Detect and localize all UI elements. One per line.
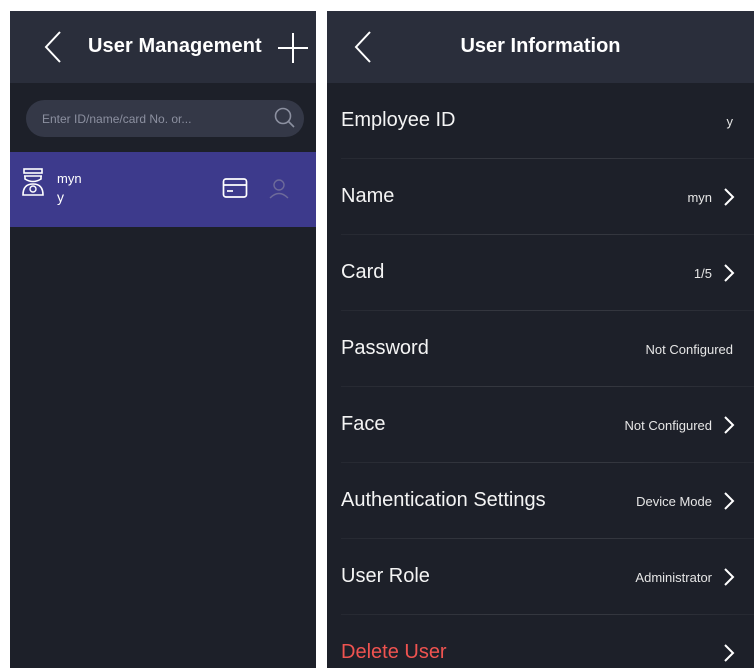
row-value: Not Configured <box>645 342 733 357</box>
row-value: myn <box>687 190 712 205</box>
row-label: Authentication Settings <box>341 489 546 511</box>
chevron-right-icon <box>724 644 735 662</box>
name-row[interactable]: Name myn <box>327 159 754 235</box>
card-row[interactable]: Card 1/5 <box>327 235 754 311</box>
chevron-right-icon <box>724 264 735 282</box>
user-list-item[interactable]: myn y <box>10 152 316 227</box>
row-label: Card <box>341 261 385 283</box>
user-management-panel: User Management myn y <box>10 11 316 668</box>
user-role-row[interactable]: User Role Administrator <box>327 539 754 615</box>
card-icon <box>222 178 248 198</box>
row-value: Not Configured <box>624 418 712 433</box>
chevron-right-icon <box>724 416 735 434</box>
user-information-panel: User Information Employee ID y Name myn … <box>327 11 754 668</box>
search-box[interactable] <box>26 100 304 137</box>
row-label: Name <box>341 185 395 207</box>
row-value: 1/5 <box>693 266 712 281</box>
page-title: User Information <box>460 35 621 57</box>
user-name: myn <box>57 171 82 186</box>
chevron-right-icon <box>724 188 735 206</box>
search-input[interactable] <box>40 108 254 130</box>
row-label: User Role <box>341 565 430 587</box>
face-icon <box>269 179 289 199</box>
employee-id-row: Employee ID y <box>327 83 754 159</box>
page-title: User Management <box>88 35 262 57</box>
chevron-right-icon <box>724 568 735 586</box>
add-user-button[interactable] <box>276 31 310 65</box>
plus-icon <box>278 33 308 63</box>
face-row[interactable]: Face Not Configured <box>327 387 754 463</box>
chevron-left-icon <box>44 31 61 63</box>
chevron-right-icon <box>724 492 735 510</box>
row-value: y <box>726 114 734 129</box>
row-label: Password <box>341 337 429 359</box>
row-label: Face <box>341 413 386 435</box>
row-label: Employee ID <box>341 109 456 131</box>
user-management-header: User Management <box>10 11 316 83</box>
user-id: y <box>57 189 64 205</box>
password-row: Password Not Configured <box>327 311 754 387</box>
search-icon[interactable] <box>273 106 297 130</box>
user-information-header: User Information <box>327 11 754 83</box>
delete-user-label: Delete User <box>341 641 447 663</box>
row-value: Administrator <box>635 570 712 585</box>
authentication-settings-row[interactable]: Authentication Settings Device Mode <box>327 463 754 539</box>
administrator-avatar-icon <box>22 168 44 196</box>
row-value: Device Mode <box>636 494 712 509</box>
delete-user-row[interactable]: Delete User <box>327 615 754 668</box>
back-button[interactable] <box>40 29 70 65</box>
